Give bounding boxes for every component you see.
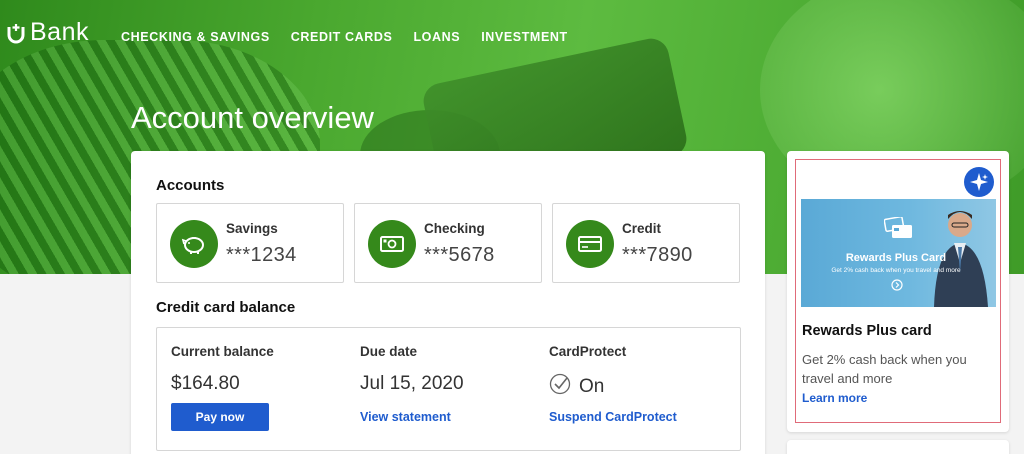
cardprotect-column: CardProtect On bbox=[549, 344, 626, 401]
pay-now-button[interactable]: Pay now bbox=[171, 403, 269, 431]
accounts-heading: Accounts bbox=[156, 177, 225, 194]
page-title: Account overview bbox=[131, 100, 374, 135]
nav-loans[interactable]: LOANS bbox=[413, 30, 460, 44]
due-date-value: Jul 15, 2020 bbox=[360, 373, 464, 394]
promo-card: Rewards Plus Card Get 2% cash back when … bbox=[787, 151, 1009, 432]
account-tile-credit[interactable]: Credit ***7890 bbox=[552, 203, 740, 283]
sparkle-icon[interactable] bbox=[964, 167, 994, 197]
credit-balance-heading: Credit card balance bbox=[156, 299, 296, 316]
cardprotect-value: On bbox=[579, 376, 605, 397]
bank-logo[interactable]: Bank bbox=[6, 18, 89, 47]
logo-text: Bank bbox=[30, 18, 89, 46]
credit-card-icon bbox=[884, 217, 912, 238]
promo-image-title: Rewards Plus Card bbox=[845, 252, 947, 264]
promo-highlight-frame: Rewards Plus Card Get 2% cash back when … bbox=[795, 159, 1001, 423]
arrow-circle-icon bbox=[891, 279, 903, 291]
nav-investment[interactable]: INVESTMENT bbox=[481, 30, 568, 44]
current-balance-column: Current balance $164.80 bbox=[171, 344, 274, 395]
account-label: Checking bbox=[424, 221, 485, 236]
learn-more-link[interactable]: Learn more bbox=[802, 391, 867, 405]
current-balance-value: $164.80 bbox=[171, 373, 240, 394]
nav-checking-savings[interactable]: CHECKING & SAVINGS bbox=[121, 30, 270, 44]
account-label: Credit bbox=[622, 221, 662, 236]
check-circle-icon bbox=[549, 373, 571, 401]
view-statement-link[interactable]: View statement bbox=[360, 410, 451, 424]
cardprotect-status: On bbox=[549, 373, 626, 401]
nav-credit-cards[interactable]: CREDIT CARDS bbox=[291, 30, 393, 44]
account-label: Savings bbox=[226, 221, 278, 236]
account-number: ***5678 bbox=[424, 244, 495, 266]
current-balance-label: Current balance bbox=[171, 344, 274, 359]
logo-icon bbox=[6, 22, 28, 44]
account-tile-checking[interactable]: Checking ***5678 bbox=[354, 203, 542, 283]
credit-card-icon bbox=[566, 220, 614, 268]
due-date-column: Due date Jul 15, 2020 bbox=[360, 344, 464, 395]
top-navigation: CHECKING & SAVINGS CREDIT CARDS LOANS IN… bbox=[121, 30, 568, 44]
account-tile-savings[interactable]: Savings ***1234 bbox=[156, 203, 344, 283]
accounts-card: Accounts Savings ***1234 Checking ***567… bbox=[131, 151, 765, 454]
credit-balance-panel: Current balance $164.80 Pay now Due date… bbox=[156, 327, 741, 451]
piggy-bank-icon bbox=[170, 220, 218, 268]
promo-description: Get 2% cash back when you travel and mor… bbox=[802, 352, 967, 386]
suspend-cardprotect-link[interactable]: Suspend CardProtect bbox=[549, 410, 677, 424]
cash-icon bbox=[368, 220, 416, 268]
account-number: ***1234 bbox=[226, 244, 297, 266]
due-date-label: Due date bbox=[360, 344, 418, 359]
cardprotect-label: CardProtect bbox=[549, 344, 627, 359]
next-card-edge bbox=[787, 440, 1009, 454]
promo-image[interactable]: Rewards Plus Card Get 2% cash back when … bbox=[801, 199, 996, 307]
promo-title: Rewards Plus card bbox=[802, 323, 932, 339]
promo-image-subtitle: Get 2% cash back when you travel and mor… bbox=[831, 267, 961, 274]
account-number: ***7890 bbox=[622, 244, 693, 266]
